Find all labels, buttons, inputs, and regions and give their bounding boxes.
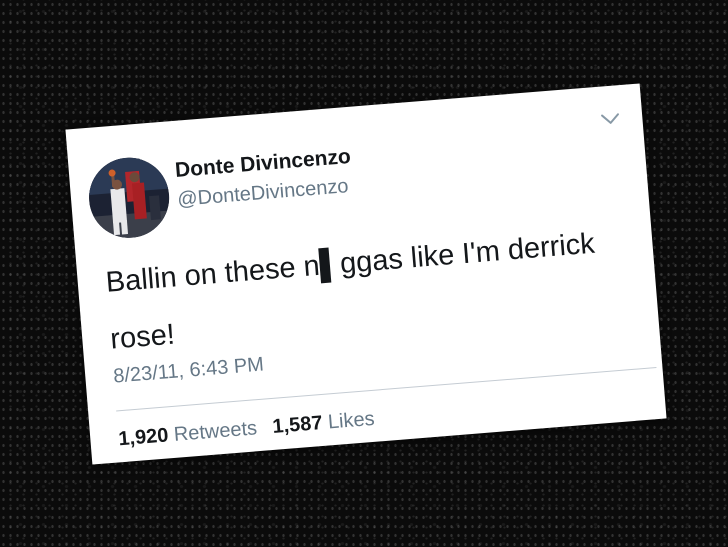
retweets-label: Retweets (173, 417, 258, 446)
likes-label: Likes (327, 407, 376, 434)
tweet-text: Ballin on these n▌ggas like I'm derrick … (104, 213, 631, 368)
avatar-image (86, 154, 173, 241)
retweets-stat[interactable]: 1,920 Retweets (117, 417, 264, 451)
retweets-count: 1,920 (117, 424, 170, 451)
chevron-down-icon[interactable] (600, 111, 621, 127)
likes-stat[interactable]: 1,587 Likes (272, 408, 376, 438)
likes-count: 1,587 (271, 412, 324, 438)
tweet-card: Donte Divincenzo @DonteDivincenzo Ballin… (65, 83, 667, 465)
avatar[interactable] (86, 154, 173, 241)
